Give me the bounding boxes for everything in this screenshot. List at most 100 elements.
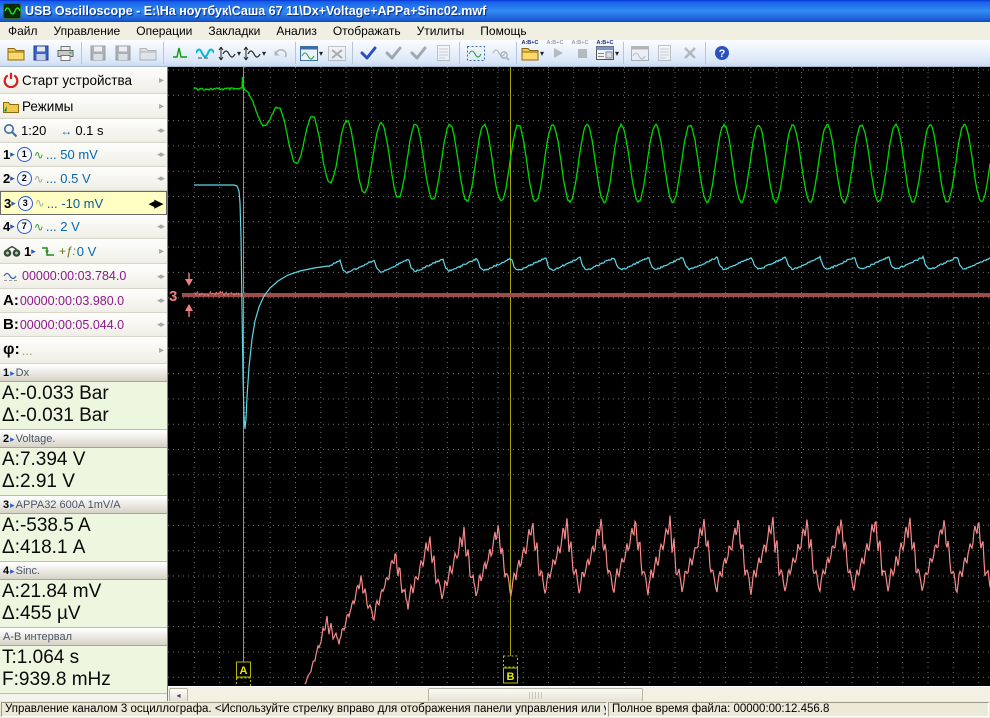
measurement-delta: Δ:-0.031 Bar: [2, 405, 109, 426]
panel-1-header[interactable]: 1 ▸ Dx: [0, 364, 167, 382]
trigger-row[interactable]: 1 ▸ +ƒ: 0 V ▸: [0, 239, 167, 264]
position-value[interactable]: 00000:00:03.784.0: [22, 269, 126, 283]
save-file-button[interactable]: [29, 41, 53, 65]
channel-4-row[interactable]: 4 ▸ 7 ∿ ... 2 V ◂▸: [0, 215, 167, 239]
measurement-a: A:7.394 V: [2, 449, 86, 470]
dropdown-arrow-icon[interactable]: ▾: [615, 49, 619, 58]
abc-window-button[interactable]: A:B+C ▾: [595, 40, 620, 65]
abc-badge: A:B+C: [596, 40, 614, 46]
expand-arrow-icon[interactable]: ▸: [159, 246, 164, 257]
cursor-b-time-value[interactable]: 00000:00:05.044.0: [20, 318, 124, 332]
measurement-a: A:21.84 mV: [2, 581, 102, 602]
help-button[interactable]: ?: [710, 41, 734, 65]
abc-stop-button[interactable]: A:B+C: [571, 40, 595, 65]
panel-arrow-icon: ▸: [10, 565, 15, 576]
phase-row[interactable]: φ: ... ▸: [0, 337, 167, 364]
panel-arrow-icon: ▸: [10, 433, 15, 444]
channel-1-row[interactable]: 1 ▸ 1 ∿ ... 50 mV ◂▸: [0, 143, 167, 167]
dropdown-arrow-icon[interactable]: ▾: [262, 49, 266, 58]
adjust-arrows-icon[interactable]: ◂▸: [157, 221, 165, 232]
expand-arrow-icon[interactable]: ▸: [159, 345, 164, 356]
start-device-row[interactable]: Старт устройства ▸: [0, 67, 167, 94]
dropdown-arrow-icon[interactable]: ▾: [319, 49, 323, 58]
zoom-timebase-row[interactable]: 1:20 ↔ 0.1 s ◂▸: [0, 119, 167, 143]
menu-item-8[interactable]: Помощь: [472, 23, 534, 39]
menu-item-7[interactable]: Утилиты: [409, 23, 473, 39]
trigger-level-value[interactable]: 0 V: [77, 244, 97, 259]
menu-item-4[interactable]: Закладки: [200, 23, 268, 39]
close-signal-button[interactable]: [325, 41, 349, 65]
select-fragment-button[interactable]: [464, 41, 488, 65]
expand-arrow-icon[interactable]: ▸: [159, 101, 164, 112]
app-icon: [3, 3, 21, 19]
position-row[interactable]: 00000:00:03.784.0 ◂▸: [0, 264, 167, 289]
panel-2-header[interactable]: 2 ▸ Voltage.: [0, 430, 167, 448]
trigger-channel-number: 1: [24, 243, 32, 259]
expand-arrow-icon[interactable]: ▸: [159, 75, 164, 86]
panel-number: 4: [3, 565, 10, 577]
menu-item-1[interactable]: Файл: [0, 23, 46, 39]
open-file-button[interactable]: [4, 41, 28, 65]
cursor-a-time-value[interactable]: 00000:00:03.980.0: [20, 294, 124, 308]
oscilloscope-display[interactable]: 3 A B: [168, 67, 990, 690]
dropdown-arrow-icon[interactable]: ▾: [540, 49, 544, 58]
toolbar-separator: [459, 42, 460, 64]
usb-oscilloscope-window: USB Oscilloscope - E:\На ноутбук\Саша 67…: [0, 0, 990, 718]
abc-run-button[interactable]: A:B+C: [546, 40, 570, 65]
panel-ab-header[interactable]: A-B интервал: [0, 628, 167, 646]
cursor-a-row[interactable]: A: 00000:00:03.980.0 ◂▸: [0, 289, 167, 313]
apply-up-button[interactable]: [407, 41, 431, 65]
save-signal-button[interactable]: [86, 41, 110, 65]
horizontal-scrollbar[interactable]: ◂: [168, 686, 990, 703]
adjust-arrows-icon[interactable]: ◂▸: [157, 149, 165, 160]
modes-row[interactable]: Режимы ▸: [0, 94, 167, 119]
menu-item-5[interactable]: Анализ: [268, 23, 325, 39]
undo-button[interactable]: [268, 41, 292, 65]
channel-2-scale-value[interactable]: ... 0.5 V: [46, 171, 91, 186]
menu-item-3[interactable]: Операции: [128, 23, 200, 39]
zoom-ratio-value[interactable]: 1:20: [21, 123, 46, 138]
export-signal-button[interactable]: [136, 41, 160, 65]
panel-ab-values: T:1.064 s F:939.8 mHz: [0, 646, 167, 694]
save-signal-as-button[interactable]: [111, 41, 135, 65]
adjust-arrows-icon[interactable]: ◂▸: [157, 173, 165, 184]
toolbar-separator: [705, 42, 706, 64]
input-number-badge: 7: [16, 219, 32, 234]
channel-1-scale-value[interactable]: ... 50 mV: [46, 147, 98, 162]
report-button[interactable]: [432, 41, 456, 65]
channel-3-row-selected[interactable]: 3 ▸ 3 ∿ ... -10 mV ◂▶: [0, 191, 167, 215]
channel-2-row[interactable]: 2 ▸ 2 ∿ ... 0.5 V ◂▸: [0, 167, 167, 191]
delete-button[interactable]: [678, 41, 702, 65]
scope-canvas[interactable]: 3 A B: [168, 67, 990, 690]
channel-4-scale-value[interactable]: ... 2 V: [46, 219, 80, 234]
menu-item-6[interactable]: Отображать: [325, 23, 409, 39]
impulse-button[interactable]: [168, 41, 192, 65]
cursor-b-row[interactable]: B: 00000:00:05.044.0 ◂▸: [0, 313, 167, 337]
search-fragment-button[interactable]: [489, 41, 513, 65]
apply-check-button[interactable]: [357, 41, 381, 65]
adjust-arrows-icon[interactable]: ◂▸: [157, 271, 165, 282]
panel-3-header[interactable]: 3 ▸ APPA32 600A 1mV/A: [0, 496, 167, 514]
timebase-value[interactable]: 0.1 s: [75, 123, 103, 138]
compress-signal-button[interactable]: ▾: [218, 41, 242, 65]
channel-3-spinner[interactable]: ◂▶: [149, 197, 163, 210]
page-button[interactable]: [653, 41, 677, 65]
dropdown-arrow-icon[interactable]: ▾: [237, 49, 241, 58]
print-button[interactable]: [54, 41, 78, 65]
window2-button[interactable]: [628, 41, 652, 65]
edit-signal-button[interactable]: [193, 41, 217, 65]
abc-open-button[interactable]: A:B+C ▾: [521, 40, 545, 65]
menu-item-2[interactable]: Управление: [46, 23, 129, 39]
zoom-magnifier-icon: [3, 123, 18, 138]
adjust-arrows-icon[interactable]: ◂▸: [157, 319, 165, 330]
channel-3-scale-value[interactable]: ... -10 mV: [47, 196, 103, 211]
panel-3-values: A:-538.5 A Δ:418.1 A: [0, 514, 167, 562]
panel-4-header[interactable]: 4 ▸ Sinc.: [0, 562, 167, 580]
adjust-arrows-icon[interactable]: ◂▸: [157, 125, 165, 136]
apply-down-button[interactable]: [382, 41, 406, 65]
window-signal-button[interactable]: ▾: [299, 41, 324, 65]
expand-signal-button[interactable]: ▾: [243, 41, 267, 65]
abc-badge: A:B+C: [546, 40, 564, 46]
title-bar[interactable]: USB Oscilloscope - E:\На ноутбук\Саша 67…: [0, 0, 990, 22]
adjust-arrows-icon[interactable]: ◂▸: [157, 295, 165, 306]
